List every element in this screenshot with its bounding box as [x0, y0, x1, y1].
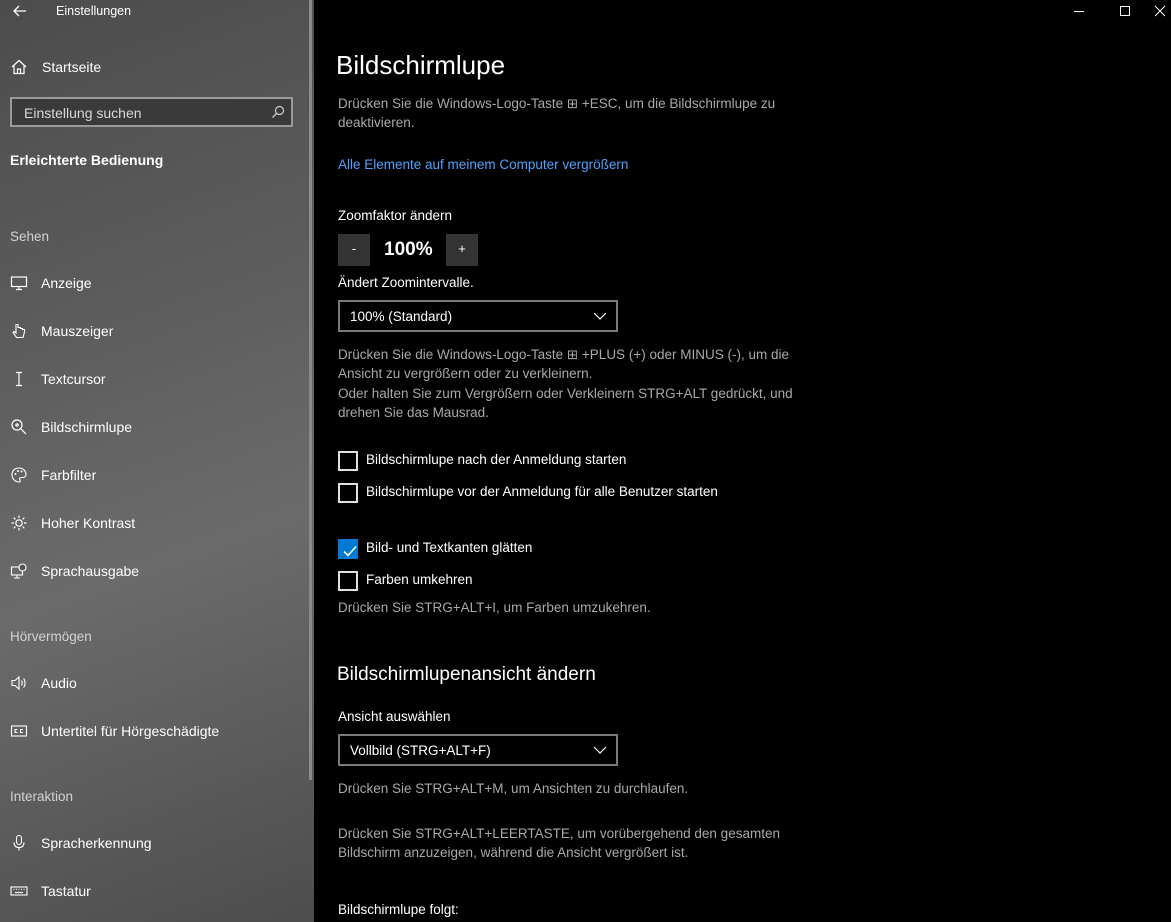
- view-hint-2: Drücken Sie STRG+ALT+LEERTASTE, um vorüb…: [338, 826, 780, 860]
- zoom-in-button[interactable]: +: [446, 234, 478, 266]
- titlebar: Einstellungen: [0, 0, 314, 22]
- monitor-icon: [10, 276, 28, 291]
- nav-item-tastatur[interactable]: Tastatur: [0, 871, 314, 911]
- checkmark-icon: [343, 545, 357, 557]
- mouse-pointer-icon: [12, 323, 26, 339]
- sidebar: Einstellungen Startseite Erleichterte Be…: [0, 0, 314, 922]
- nav-item-label: Anzeige: [41, 275, 92, 291]
- checkbox-label: Bildschirmlupe nach der Anmeldung starte…: [366, 452, 627, 467]
- nav-item-hoher-kontrast[interactable]: Hoher Kontrast: [0, 503, 314, 543]
- nav-item-bildschirmlupe[interactable]: Bildschirmlupe: [0, 407, 314, 447]
- group-header-hoervermoegen: Hörvermögen: [10, 629, 92, 644]
- nav-item-label: Mauszeiger: [41, 323, 114, 339]
- view-select-value: Vollbild (STRG+ALT+F): [350, 743, 491, 758]
- text-cursor-icon: [16, 371, 22, 387]
- speaker-icon: [11, 675, 26, 691]
- zoom-hint-2: Oder halten Sie zum Vergrößern oder Verk…: [338, 386, 793, 420]
- invert-hint: Drücken Sie STRG+ALT+I, um Farben umzuke…: [338, 600, 651, 615]
- nav-item-anzeige[interactable]: Anzeige: [0, 263, 314, 303]
- nav-item-label: Tastatur: [41, 883, 91, 899]
- follows-label: Bildschirmlupe folgt:: [338, 902, 459, 917]
- nav-item-label: Farbfilter: [41, 467, 97, 483]
- search-input[interactable]: [22, 102, 266, 124]
- nav-item-label: Bildschirmlupe: [41, 419, 133, 435]
- nav-home[interactable]: Startseite: [0, 47, 314, 87]
- interval-label: Ändert Zoomintervalle.: [338, 275, 474, 290]
- checkbox-box-checked[interactable]: [338, 539, 358, 559]
- zoom-hint-1: Drücken Sie die Windows-Logo-Taste ⊞ +PL…: [338, 347, 789, 381]
- search-box[interactable]: [10, 97, 293, 127]
- narrator-icon: [10, 563, 27, 579]
- magnify-all-link[interactable]: Alle Elemente auf meinem Computer vergrö…: [338, 157, 628, 172]
- nav-item-label: Sprachausgabe: [41, 563, 140, 579]
- nav-item-untertitel[interactable]: Untertitel für Hörgeschädigte: [0, 711, 314, 751]
- back-button[interactable]: [10, 1, 30, 21]
- nav-item-label: Hoher Kontrast: [41, 515, 136, 531]
- keyboard-icon: [10, 886, 28, 896]
- zoom-value: 100%: [384, 239, 433, 260]
- zoom-out-button[interactable]: -: [338, 234, 370, 266]
- nav-item-label: Audio: [41, 675, 77, 691]
- checkbox-label: Bildschirmlupe vor der Anmeldung für all…: [366, 484, 718, 499]
- checkbox-box[interactable]: [338, 483, 358, 503]
- nav-item-sprachausgabe[interactable]: Sprachausgabe: [0, 551, 314, 591]
- zoom-interval-select[interactable]: 100% (Standard): [338, 300, 618, 332]
- page-title: Bildschirmlupe: [336, 50, 506, 80]
- nav-item-farbfilter[interactable]: Farbfilter: [0, 455, 314, 495]
- color-filter-icon: [11, 467, 27, 483]
- view-hint-1: Drücken Sie STRG+ALT+M, um Ansichten zu …: [338, 781, 689, 796]
- nav-item-spracherkennung[interactable]: Spracherkennung: [0, 823, 314, 863]
- app-title: Einstellungen: [56, 4, 132, 18]
- chevron-down-icon: [593, 746, 607, 754]
- nav-item-label: Textcursor: [41, 371, 106, 387]
- nav-item-label: Untertitel für Hörgeschädigte: [41, 723, 220, 739]
- nav-item-audio[interactable]: Audio: [0, 663, 314, 703]
- high-contrast-icon: [11, 515, 27, 531]
- section-title: Erleichterte Bedienung: [10, 152, 164, 168]
- disable-hint: Drücken Sie die Windows-Logo-Taste ⊞ +ES…: [338, 96, 776, 130]
- back-arrow-icon: [13, 5, 26, 17]
- nav-item-textcursor[interactable]: Textcursor: [0, 359, 314, 399]
- search-icon[interactable]: [271, 105, 285, 119]
- main-content: Bildschirmlupe Drücken Sie die Windows-L…: [314, 0, 1171, 922]
- checkbox-box[interactable]: [338, 451, 358, 471]
- home-icon: [11, 59, 27, 75]
- checkbox-label: Farben umkehren: [366, 572, 473, 587]
- checkbox-label: Bild- und Textkanten glätten: [366, 540, 533, 555]
- nav-item-label: Spracherkennung: [41, 835, 152, 851]
- group-header-sehen: Sehen: [10, 229, 50, 244]
- view-select[interactable]: Vollbild (STRG+ALT+F): [338, 734, 618, 766]
- group-header-interaktion: Interaktion: [10, 789, 74, 804]
- microphone-icon: [13, 834, 25, 851]
- view-section-title: Bildschirmlupenansicht ändern: [337, 664, 596, 685]
- checkbox-box[interactable]: [338, 571, 358, 591]
- sidebar-scrollbar[interactable]: [309, 0, 312, 780]
- magnifier-icon: [11, 419, 27, 435]
- chevron-down-icon: [593, 312, 607, 320]
- zoom-interval-value: 100% (Standard): [350, 309, 453, 324]
- nav-home-label: Startseite: [42, 59, 102, 75]
- nav-item-mauszeiger[interactable]: Mauszeiger: [0, 311, 314, 351]
- view-label: Ansicht auswählen: [338, 709, 451, 724]
- closed-caption-icon: [10, 725, 28, 737]
- zoom-label: Zoomfaktor ändern: [338, 208, 453, 223]
